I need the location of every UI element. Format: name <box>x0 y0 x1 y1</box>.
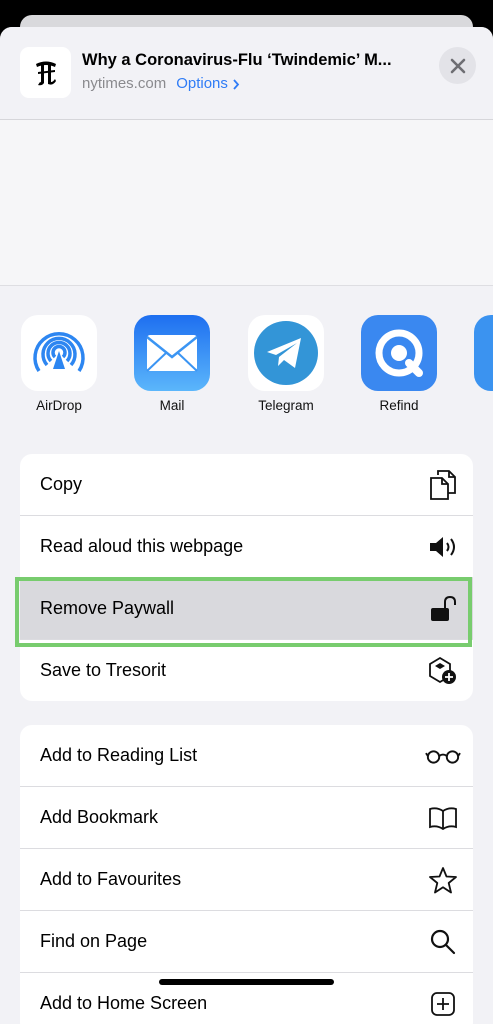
action-add-bookmark[interactable]: Add Bookmark <box>20 787 473 849</box>
app-share-row: AirDrop Mail Telegram Refind <box>0 315 493 415</box>
options-button[interactable]: Options <box>176 75 240 92</box>
share-sheet: Why a Coronavirus-Flu ‘Twindemic’ M... n… <box>0 27 493 1024</box>
action-find-on-page[interactable]: Find on Page <box>20 911 473 973</box>
page-preview-area <box>0 120 493 286</box>
app-refind[interactable]: Refind <box>351 315 447 413</box>
action-save-tresorit[interactable]: Save to Tresorit <box>20 640 473 701</box>
chevron-right-icon <box>233 78 240 90</box>
action-label: Remove Paywall <box>40 598 175 618</box>
book-icon <box>425 800 461 836</box>
add-square-icon <box>425 986 461 1022</box>
action-label: Add to Home Screen <box>40 993 208 1013</box>
twitter-icon <box>474 315 493 391</box>
app-label-mail: Mail <box>159 398 185 413</box>
action-add-reading-list[interactable]: Add to Reading List <box>20 725 473 787</box>
speaker-icon <box>425 529 461 565</box>
app-telegram[interactable]: Telegram <box>238 315 334 413</box>
action-label: Add Bookmark <box>40 807 159 827</box>
options-label: Options <box>176 75 228 92</box>
glasses-icon <box>425 738 461 774</box>
unlock-icon <box>425 591 461 627</box>
action-remove-paywall[interactable]: Remove Paywall <box>20 578 473 640</box>
airdrop-icon <box>21 315 97 391</box>
app-mail[interactable]: Mail <box>124 315 220 413</box>
app-label-airdrop: AirDrop <box>36 398 82 413</box>
action-label: Copy <box>40 474 83 494</box>
action-label: Add to Favourites <box>40 869 182 889</box>
action-label: Add to Reading List <box>40 745 198 765</box>
close-icon <box>450 58 465 73</box>
page-title: Why a Coronavirus-Flu ‘Twindemic’ M... <box>82 51 392 69</box>
app-label-twitter: T <box>464 398 493 413</box>
app-airdrop[interactable]: AirDrop <box>11 315 107 413</box>
action-read-aloud[interactable]: Read aloud this webpage <box>20 516 473 578</box>
actions-group-1: Copy Read aloud this webpage Remove Payw… <box>20 454 473 701</box>
header-subtitle: nytimes.com Options <box>82 75 240 92</box>
page-domain: nytimes.com <box>82 75 167 92</box>
action-label: Find on Page <box>40 931 148 951</box>
app-label-refind: Refind <box>379 398 419 413</box>
search-icon <box>425 924 461 960</box>
share-sheet-header: Why a Coronavirus-Flu ‘Twindemic’ M... n… <box>0 27 493 120</box>
mail-icon <box>134 315 210 391</box>
action-label: Read aloud this webpage <box>40 536 244 556</box>
app-twitter[interactable]: T <box>464 315 493 413</box>
home-indicator <box>159 979 334 985</box>
action-copy[interactable]: Copy <box>20 454 473 516</box>
close-button[interactable] <box>439 47 476 84</box>
action-add-favourites[interactable]: Add to Favourites <box>20 849 473 911</box>
star-icon <box>425 862 461 898</box>
telegram-icon <box>248 315 324 391</box>
refind-icon <box>361 315 437 391</box>
action-label: Save to Tresorit <box>40 660 167 680</box>
app-label-telegram: Telegram <box>258 398 314 413</box>
nyt-logo-icon <box>20 47 71 98</box>
copy-icon <box>425 467 461 503</box>
tresorit-icon <box>425 653 461 689</box>
